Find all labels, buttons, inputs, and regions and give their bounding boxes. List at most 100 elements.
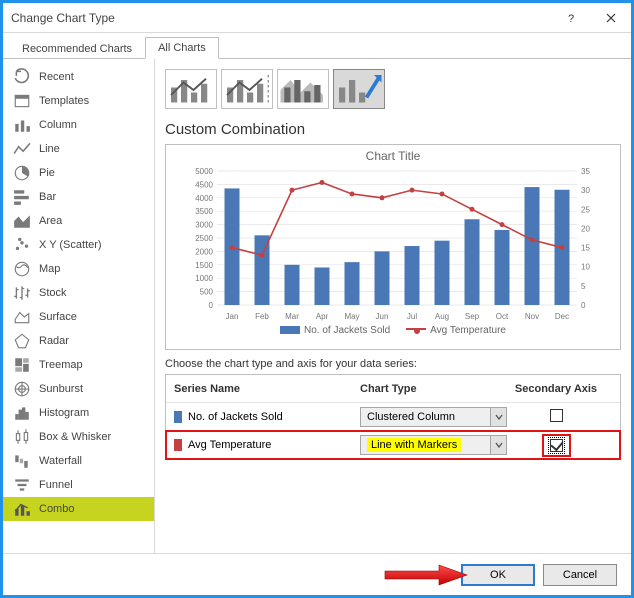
series-2-secondary-axis-checkbox[interactable] xyxy=(550,439,563,452)
svg-text:500: 500 xyxy=(200,288,214,297)
svg-text:Oct: Oct xyxy=(496,312,509,321)
sidebar-item-label: Bar xyxy=(39,191,56,203)
svg-text:Nov: Nov xyxy=(525,312,539,321)
sidebar-item-label: Combo xyxy=(39,503,74,515)
line-icon xyxy=(13,141,31,157)
svg-text:30: 30 xyxy=(581,186,590,195)
sidebar-item-label: Radar xyxy=(39,335,69,347)
chevron-down-icon xyxy=(490,408,506,426)
close-button[interactable] xyxy=(591,4,631,32)
svg-text:1500: 1500 xyxy=(195,261,213,270)
stock-icon xyxy=(13,285,31,301)
sidebar-item-label: Map xyxy=(39,263,60,275)
sidebar-item-label: Waterfall xyxy=(39,455,82,467)
sidebar-item-label: Treemap xyxy=(39,359,83,371)
svg-text:10: 10 xyxy=(581,263,590,272)
svg-text:3500: 3500 xyxy=(195,207,213,216)
section-title: Custom Combination xyxy=(165,117,621,144)
sidebar-item-label: Box & Whisker xyxy=(39,431,111,443)
sidebar-item-box-whisker[interactable]: Box & Whisker xyxy=(3,425,154,449)
sidebar-item-stock[interactable]: Stock xyxy=(3,281,154,305)
combo-subtype-1[interactable] xyxy=(165,69,217,109)
tab-row: Recommended Charts All Charts xyxy=(3,33,631,59)
svg-text:4000: 4000 xyxy=(195,194,213,203)
svg-text:3000: 3000 xyxy=(195,221,213,230)
sidebar-item-xy-scatter[interactable]: X Y (Scatter) xyxy=(3,233,154,257)
combo-subtype-2[interactable] xyxy=(221,69,273,109)
treemap-icon xyxy=(13,357,31,373)
sidebar-item-label: Area xyxy=(39,215,62,227)
series-1-chart-type-dropdown[interactable]: Clustered Column xyxy=(360,407,507,427)
sidebar-item-funnel[interactable]: Funnel xyxy=(3,473,154,497)
surface-icon xyxy=(13,309,31,325)
svg-text:20: 20 xyxy=(581,224,590,233)
svg-text:Dec: Dec xyxy=(555,312,569,321)
dropdown-value: Clustered Column xyxy=(367,411,455,423)
dialog-footer: OK Cancel xyxy=(3,553,631,595)
series-swatch-icon xyxy=(174,411,182,423)
sidebar-item-pie[interactable]: Pie xyxy=(3,161,154,185)
svg-text:2500: 2500 xyxy=(195,234,213,243)
svg-text:Sep: Sep xyxy=(465,312,480,321)
chart-legend: No. of Jackets Sold Avg Temperature xyxy=(172,325,614,336)
series-swatch-icon xyxy=(174,439,182,451)
series-row-2: Avg Temperature Line with Markers xyxy=(166,431,620,459)
area-icon xyxy=(13,213,31,229)
tab-recommended-charts[interactable]: Recommended Charts xyxy=(9,38,145,59)
sidebar-item-radar[interactable]: Radar xyxy=(3,329,154,353)
sidebar-item-area[interactable]: Area xyxy=(3,209,154,233)
svg-text:0: 0 xyxy=(581,301,586,310)
sidebar-item-label: Recent xyxy=(39,71,74,83)
sidebar-item-label: Histogram xyxy=(39,407,89,419)
svg-text:Aug: Aug xyxy=(435,312,449,321)
sidebar-item-waterfall[interactable]: Waterfall xyxy=(3,449,154,473)
svg-text:0: 0 xyxy=(209,301,214,310)
sidebar-item-map[interactable]: Map xyxy=(3,257,154,281)
series-header-type: Chart Type xyxy=(356,383,511,395)
highlight-annotation xyxy=(542,434,571,457)
sidebar-item-recent[interactable]: Recent xyxy=(3,65,154,89)
ok-button[interactable]: OK xyxy=(461,564,535,586)
svg-text:15: 15 xyxy=(581,244,590,253)
box-whisker-icon xyxy=(13,429,31,445)
tab-all-charts[interactable]: All Charts xyxy=(145,37,219,59)
sidebar-item-line[interactable]: Line xyxy=(3,137,154,161)
combo-subtype-custom[interactable] xyxy=(333,69,385,109)
bar-icon xyxy=(13,189,31,205)
series-row-1: No. of Jackets Sold Clustered Column xyxy=(166,403,620,431)
sidebar-item-surface[interactable]: Surface xyxy=(3,305,154,329)
sidebar-item-histogram[interactable]: Histogram xyxy=(3,401,154,425)
svg-text:4500: 4500 xyxy=(195,180,213,189)
sunburst-icon xyxy=(13,381,31,397)
histogram-icon xyxy=(13,405,31,421)
sidebar-item-combo[interactable]: Combo xyxy=(3,497,154,521)
series-header-name: Series Name xyxy=(166,383,356,395)
svg-text:Jun: Jun xyxy=(376,312,389,321)
radar-icon xyxy=(13,333,31,349)
recent-icon xyxy=(13,69,31,85)
cancel-button[interactable]: Cancel xyxy=(543,564,617,586)
chart-category-sidebar: Recent Templates Column Line Pie Bar Are… xyxy=(3,59,155,553)
sidebar-item-label: Line xyxy=(39,143,60,155)
help-button[interactable]: ? xyxy=(551,4,591,32)
svg-text:5: 5 xyxy=(581,282,586,291)
svg-text:?: ? xyxy=(568,13,574,23)
sidebar-item-bar[interactable]: Bar xyxy=(3,185,154,209)
sidebar-item-label: Pie xyxy=(39,167,55,179)
svg-text:Jan: Jan xyxy=(226,312,239,321)
svg-text:2000: 2000 xyxy=(195,247,213,256)
sidebar-item-templates[interactable]: Templates xyxy=(3,89,154,113)
sidebar-item-label: Column xyxy=(39,119,77,131)
funnel-icon xyxy=(13,477,31,493)
svg-text:35: 35 xyxy=(581,167,590,176)
svg-text:Jul: Jul xyxy=(407,312,417,321)
scatter-icon xyxy=(13,237,31,253)
sidebar-item-sunburst[interactable]: Sunburst xyxy=(3,377,154,401)
series-1-secondary-axis-checkbox[interactable] xyxy=(550,409,563,422)
series-2-chart-type-dropdown[interactable]: Line with Markers xyxy=(360,435,507,455)
svg-text:Feb: Feb xyxy=(255,312,269,321)
svg-text:5000: 5000 xyxy=(195,167,213,176)
sidebar-item-treemap[interactable]: Treemap xyxy=(3,353,154,377)
combo-subtype-3[interactable] xyxy=(277,69,329,109)
sidebar-item-column[interactable]: Column xyxy=(3,113,154,137)
